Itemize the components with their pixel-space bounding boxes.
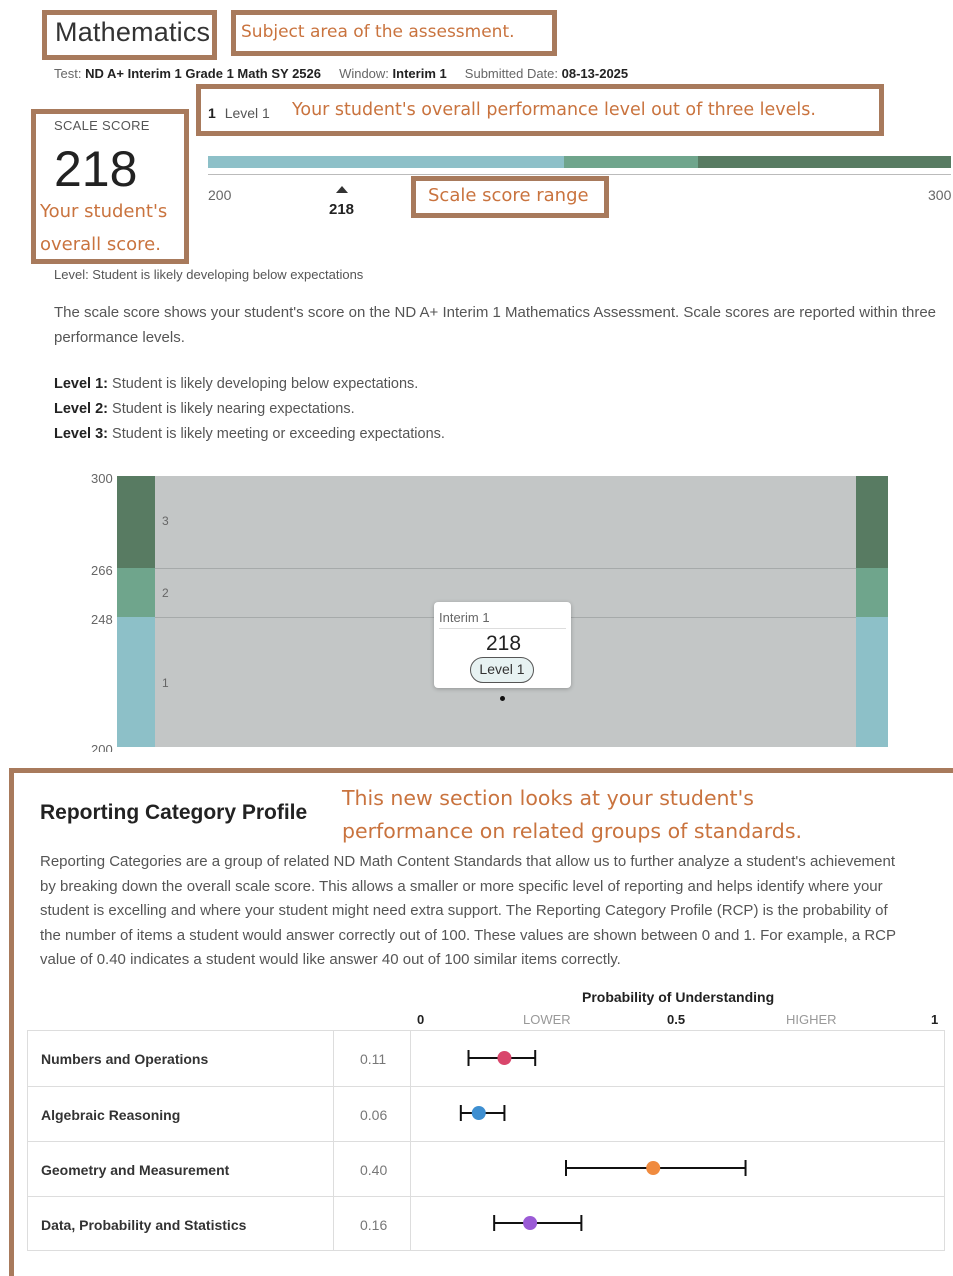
rcp-description-line4: the number of items a student would answ… xyxy=(40,926,897,944)
rcp-description: Reporting Categories are a group of rela… xyxy=(40,850,945,973)
score-callout-line2: overall score. xyxy=(40,234,161,255)
y-tick-200: 200 xyxy=(91,742,113,752)
range-callout-text: Scale score range xyxy=(428,185,589,206)
rcp-axis-title: Probability of Understanding xyxy=(582,989,775,1005)
rcp-axis-higher: HIGHER xyxy=(786,1012,837,1027)
range-segment-level3 xyxy=(698,156,951,168)
test-value: ND A+ Interim 1 Grade 1 Math SY 2526 xyxy=(85,66,321,81)
score-callout-line1: Your student's xyxy=(40,201,168,222)
tooltip-title: Interim 1 xyxy=(439,610,490,625)
tooltip-score: 218 xyxy=(486,632,522,655)
rcp-table: Numbers and Operations 0.11 Algebraic Reas… xyxy=(27,1030,945,1251)
tooltip-level-badge: Level 1 xyxy=(470,657,534,683)
gridline-266 xyxy=(155,568,856,569)
test-meta-line: Test: ND A+ Interim 1 Grade 1 Math SY 25… xyxy=(54,66,628,81)
tooltip-divider xyxy=(439,628,566,629)
rcp-axis-lower: LOWER xyxy=(523,1012,571,1027)
rcp-axis-half: 0.5 xyxy=(667,1012,686,1027)
scale-range-bar xyxy=(208,156,951,168)
submitted-value: 08-13-2025 xyxy=(561,66,629,81)
rcp-category-value: 0.11 xyxy=(360,1051,387,1067)
rcp-description-line2: by breaking down the overall scale score… xyxy=(40,877,883,895)
right-band-level1 xyxy=(856,617,888,747)
rcp-description-line3: student is excelling and where your stud… xyxy=(40,902,888,919)
rcp-category-value: 0.40 xyxy=(360,1162,388,1178)
rcp-category-value: 0.16 xyxy=(360,1217,388,1233)
y-tick-266: 266 xyxy=(91,563,113,578)
band-label-1: 1 xyxy=(162,676,169,690)
rcp-point[interactable] xyxy=(523,1216,538,1230)
scale-score-explanation: The scale score shows your student's sco… xyxy=(54,304,937,346)
range-segment-level1 xyxy=(208,156,564,168)
level-indicator: 1 Level 1 xyxy=(208,105,270,123)
range-max-label: 300 xyxy=(928,187,952,203)
rcp-axis-one: 1 xyxy=(931,1012,939,1027)
test-label: Test: xyxy=(54,66,82,81)
right-band-level2 xyxy=(856,568,888,617)
left-band-level2 xyxy=(117,568,155,617)
level-name: Level 1 xyxy=(224,105,270,121)
submitted-label: Submitted Date: xyxy=(464,66,559,81)
band-label-2: 2 xyxy=(162,586,169,600)
level-definitions: Level 1: Student is likely developing be… xyxy=(54,372,754,447)
rcp-description-line1: Reporting Categories are a group of rela… xyxy=(40,853,896,870)
rcp-title: Reporting Category Profile xyxy=(40,801,308,824)
rcp-axis-zero: 0 xyxy=(417,1012,425,1027)
left-band-level1 xyxy=(117,617,155,747)
window-label: Window: xyxy=(339,66,389,81)
rcp-category-label: Numbers and Operations xyxy=(41,1051,209,1067)
rcp-callout-line1: This new section looks at your student's xyxy=(342,786,754,810)
rcp-point[interactable] xyxy=(646,1161,661,1175)
rcp-description-line5: value of 0.40 indicates a student would … xyxy=(40,951,621,968)
subject-title: Mathematics xyxy=(55,17,211,47)
window-value: Interim 1 xyxy=(392,66,447,81)
left-band-level3 xyxy=(117,476,155,568)
subject-callout-text: Subject area of the assessment. xyxy=(241,22,515,42)
score-marker-triangle-icon xyxy=(336,186,348,193)
y-tick-248: 248 xyxy=(91,612,113,627)
rcp-callout-line2: performance on related groups of standar… xyxy=(342,819,803,843)
level-number: 1 xyxy=(208,105,216,121)
range-segment-level2 xyxy=(564,156,698,168)
rcp-interval-plot xyxy=(459,1050,747,1231)
right-band-level3 xyxy=(856,476,888,568)
range-min-label: 200 xyxy=(208,187,232,203)
score-point[interactable] xyxy=(500,696,505,701)
level-description: Level: Student is likely developing belo… xyxy=(54,267,364,282)
rcp-point[interactable] xyxy=(497,1051,512,1065)
y-tick-300: 300 xyxy=(91,471,113,486)
score-marker-value: 218 xyxy=(329,201,355,218)
level-definition-2: Level 2: Student is likely nearing expec… xyxy=(54,401,355,417)
range-baseline xyxy=(208,174,951,175)
rcp-category-label: Geometry and Measurement xyxy=(41,1162,230,1178)
scale-score-value: 218 xyxy=(54,141,138,197)
rcp-category-label: Algebraic Reasoning xyxy=(41,1107,181,1123)
rcp-category-value: 0.06 xyxy=(360,1107,388,1123)
score-tooltip: Interim 1 218 Level 1 xyxy=(434,602,571,688)
rcp-category-label: Data, Probability and Statistics xyxy=(41,1217,247,1233)
scale-score-label: SCALE SCORE xyxy=(54,118,150,133)
level-definition-3: Level 3: Student is likely meeting or ex… xyxy=(54,426,445,442)
band-label-3: 3 xyxy=(162,514,169,528)
rcp-point[interactable] xyxy=(471,1106,486,1120)
level-callout-text: Your student's overall performance level… xyxy=(292,100,816,120)
level-definition-1: Level 1: Student is likely developing be… xyxy=(54,376,419,392)
